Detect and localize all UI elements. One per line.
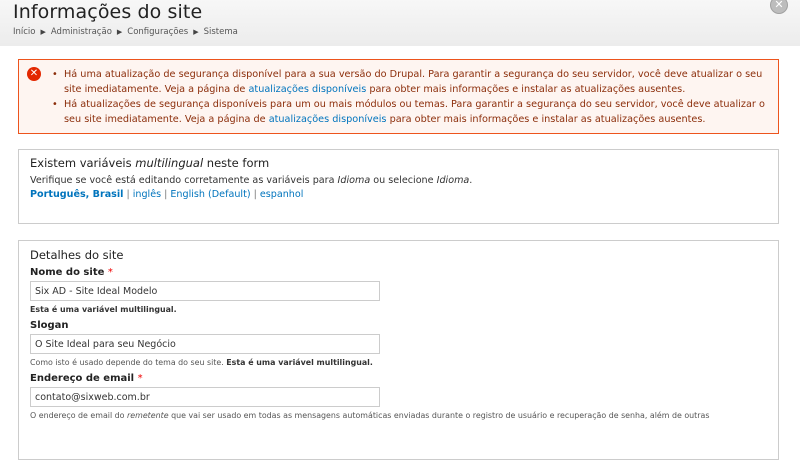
- email-label: Endereço de email *: [30, 373, 767, 384]
- desc-em: Idioma: [337, 175, 371, 186]
- desc-bold: Esta é uma variável multilingual.: [30, 305, 177, 314]
- breadcrumb: Início ▶ Administração ▶ Configurações ▶ Siste…: [13, 27, 238, 37]
- desc-text: Como isto é usado depende do tema do seu…: [30, 358, 224, 367]
- slogan-label: Slogan: [30, 320, 69, 331]
- breadcrumb-arrow-icon: ▶: [116, 28, 123, 36]
- desc-text: O endereço de email do: [30, 411, 128, 420]
- desc-text: .: [469, 175, 473, 186]
- language-link-pt-br[interactable]: Português, Brasil: [30, 189, 123, 200]
- error-icon: ✕: [27, 67, 41, 81]
- email-description: O endereço de email do remetente que vai…: [30, 411, 767, 420]
- desc-text: ou selecione: [370, 175, 437, 186]
- language-link-english-default[interactable]: English (Default): [170, 189, 250, 200]
- desc-em: Idioma: [436, 175, 470, 186]
- breadcrumb-config[interactable]: Configurações: [127, 27, 188, 37]
- error-messages: ✕ Há uma atualização de segurança dispon…: [18, 59, 779, 134]
- error-text: para obter mais informações e instalar a…: [386, 114, 706, 125]
- email-field: Endereço de email * O endereço de email …: [30, 373, 767, 420]
- multilingual-panel: Existem variáveis multilingual neste for…: [18, 149, 779, 224]
- breadcrumb-arrow-icon: ▶: [193, 28, 199, 36]
- multilingual-title: Existem variáveis multilingual neste for…: [30, 156, 767, 170]
- slogan-description: Como isto é usado depende do tema do seu…: [30, 358, 767, 367]
- desc-bold: Esta é uma variável multilingual.: [226, 358, 373, 367]
- separator: |: [253, 189, 257, 200]
- site-name-field: Nome do site * Esta é uma variável multi…: [30, 267, 767, 314]
- error-text: para obter mais informações e instalar a…: [366, 84, 686, 95]
- title-text: Existem variáveis: [30, 156, 136, 170]
- page-header: Informações do site Início ▶ Administração…: [0, 0, 800, 46]
- error-message: Há uma atualização de segurança disponív…: [52, 67, 768, 97]
- multilingual-description: Verifique se você está editando corretam…: [30, 175, 767, 186]
- title-text: neste form: [203, 156, 270, 170]
- breadcrumb-home[interactable]: Início: [13, 27, 36, 37]
- language-link-inglês[interactable]: inglês: [133, 189, 161, 200]
- slogan-field: Slogan Como isto é usado depende do tema…: [30, 320, 767, 367]
- label-text: Endereço de email: [30, 373, 135, 384]
- available-updates-link[interactable]: atualizações disponíveis: [248, 84, 366, 95]
- error-list: Há uma atualização de segurança disponív…: [52, 67, 768, 127]
- breadcrumb-system[interactable]: Sistema: [204, 27, 238, 37]
- language-link-espanhol[interactable]: espanhol: [260, 189, 304, 200]
- required-marker: *: [137, 373, 143, 384]
- site-name-input[interactable]: [30, 281, 380, 301]
- site-name-label: Nome do site *: [30, 267, 767, 278]
- language-switcher: Português, Brasil | inglês | English (Defaul…: [30, 189, 767, 200]
- slogan-input[interactable]: [30, 334, 380, 354]
- error-message: Há atualizações de segurança disponíveis…: [52, 97, 768, 127]
- separator: |: [164, 189, 168, 200]
- site-name-description: Esta é uma variável multilingual.: [30, 305, 767, 314]
- desc-text: Verifique se você está editando corretam…: [30, 175, 338, 186]
- required-marker: *: [107, 267, 113, 278]
- page-title: Informações do site: [13, 1, 203, 23]
- available-updates-link[interactable]: atualizações disponíveis: [269, 114, 387, 125]
- separator: |: [126, 189, 130, 200]
- breadcrumb-admin[interactable]: Administração: [51, 27, 112, 37]
- title-em: multilingual: [135, 156, 204, 170]
- site-details-panel: Detalhes do site Nome do site * Esta é u…: [18, 240, 779, 460]
- desc-em: remetente: [127, 411, 169, 420]
- email-input[interactable]: [30, 387, 380, 407]
- breadcrumb-arrow-icon: ▶: [40, 28, 46, 36]
- label-text: Nome do site: [30, 267, 105, 278]
- site-details-legend: Detalhes do site: [30, 248, 124, 262]
- desc-text: que vai ser usado em todas as mensagens …: [168, 411, 710, 420]
